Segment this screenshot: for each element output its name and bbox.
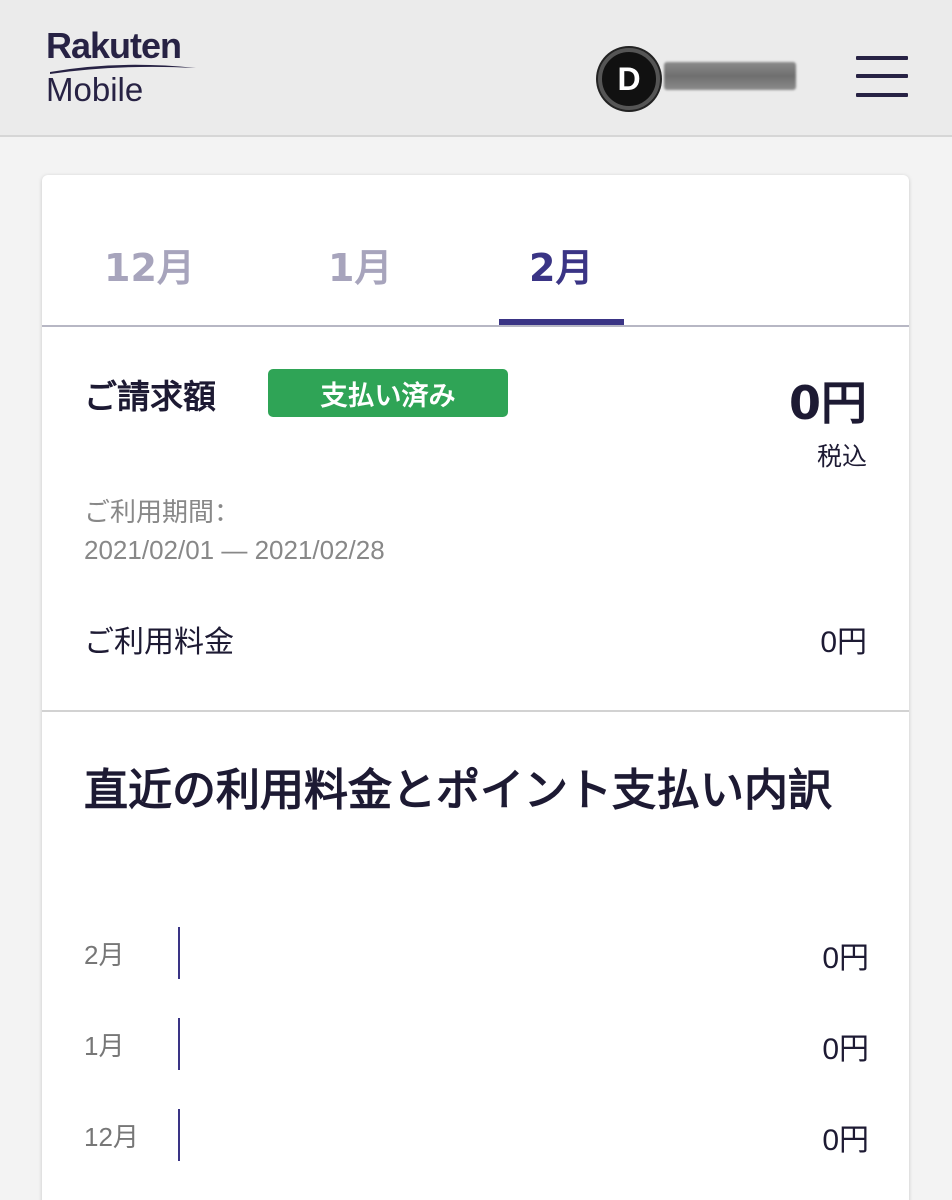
month-tabs: 12月 1月 2月: [42, 175, 909, 327]
logo-swoosh-icon: [50, 64, 196, 74]
history-row[interactable]: 2月 0円: [84, 927, 869, 979]
history-row[interactable]: 12月 0円: [84, 1109, 869, 1161]
history-row[interactable]: 1月 0円: [84, 1018, 869, 1070]
active-tab-indicator: [499, 319, 624, 325]
history-month: 2月: [84, 940, 125, 970]
history-bar: [178, 927, 180, 979]
history-value: 0円: [822, 1033, 869, 1066]
bill-amount-label: ご請求額: [84, 377, 216, 416]
tax-included-note: 税込: [816, 442, 867, 471]
billing-card: 12月 1月 2月 ご請求額 支払い済み 0円 税込 ご利用期間： 2021/0…: [42, 175, 909, 1200]
section-divider: [42, 710, 909, 712]
user-avatar[interactable]: D: [598, 48, 660, 110]
tab-january[interactable]: 1月: [328, 237, 392, 297]
status-badge: 支払い済み: [268, 369, 508, 417]
history-value: 0円: [822, 942, 869, 975]
rakuten-mobile-logo[interactable]: Rakuten Mobile: [46, 26, 206, 110]
hamburger-icon[interactable]: [852, 52, 912, 102]
usage-period-value: 2021/02/01 — 2021/02/28: [84, 535, 385, 565]
logo-rakuten-text: Rakuten: [46, 25, 182, 66]
history-month: 1月: [84, 1031, 125, 1061]
logo-mobile-text: Mobile: [46, 71, 144, 108]
history-bar: [178, 1109, 180, 1161]
username-redacted: [664, 62, 796, 90]
history-bar: [178, 1018, 180, 1070]
bill-amount-value: 0円: [788, 376, 867, 430]
app-header: Rakuten Mobile D: [0, 0, 952, 137]
usage-fee-label: ご利用料金: [84, 625, 234, 660]
usage-period-label: ご利用期間：: [84, 498, 241, 528]
history-month: 12月: [84, 1122, 139, 1152]
usage-fee-value: 0円: [820, 626, 867, 659]
tab-december[interactable]: 12月: [104, 237, 195, 297]
tab-february[interactable]: 2月: [529, 237, 593, 297]
history-value: 0円: [822, 1124, 869, 1157]
history-section-title: 直近の利用料金とポイント支払い内訳: [84, 765, 832, 816]
